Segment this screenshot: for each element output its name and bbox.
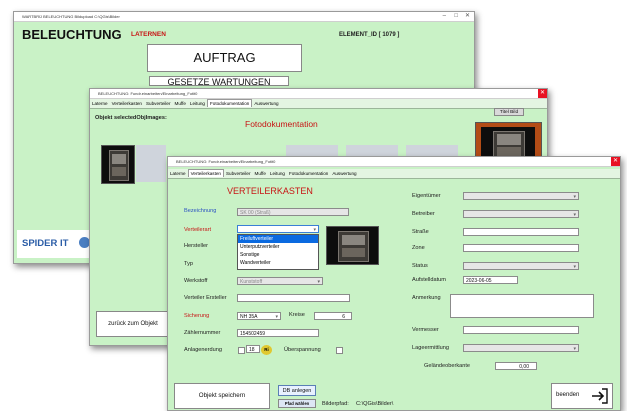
vermesser-input[interactable]	[463, 326, 579, 334]
tab-auswertung[interactable]: Auswertung	[330, 169, 358, 178]
objekt-speichern-button[interactable]: Objekt speichern	[174, 383, 270, 409]
sicherung-select[interactable]: NH 35A	[237, 312, 281, 320]
aufstelldatum-input[interactable]: 2023-06-05	[463, 276, 518, 284]
anmerkung-textarea[interactable]	[450, 294, 594, 318]
close-icon[interactable]: ✕	[465, 12, 470, 21]
verteiler-ersteller-label: Verteiler Ersteller	[184, 295, 227, 301]
beleuchtung-titlebar: WARTBRÜ BELEUCHTUNG Bildupload C:\QGis\B…	[14, 12, 474, 22]
app-title: BELEUCHTUNG	[22, 27, 122, 42]
ueberspannung-label: Überspannung	[284, 347, 321, 353]
gelaendeoberkante-stepper[interactable]: 0,00	[495, 362, 537, 370]
tab-fotodokumentation[interactable]: Fotodokumentation	[287, 169, 330, 178]
typ-label: Typ	[184, 261, 194, 267]
verteiler-photo	[326, 226, 379, 265]
bezeichnung-label: Bezeichnung	[184, 208, 217, 214]
pfad-waehlen-button[interactable]: Pfad wählen	[278, 399, 316, 408]
zaehlernummer-label: Zählernummer	[184, 330, 221, 336]
tab-laterne[interactable]: Laterne	[90, 99, 110, 108]
anlagenerdung-label: Anlagenerdung	[184, 347, 222, 353]
tab-subverteiler[interactable]: Subverteiler	[224, 169, 253, 178]
gelaendeoberkante-label: Geländeoberkante	[424, 363, 471, 369]
anlagenerdung-badge: Ri	[261, 345, 272, 355]
tab-leitung[interactable]: Leitung	[268, 169, 287, 178]
aufstelldatum-label: Aufstelldatum	[412, 277, 446, 283]
werkstoff-label: Werkstoff	[184, 278, 208, 284]
exit-icon	[592, 388, 608, 404]
tab-leitung[interactable]: Leitung	[188, 99, 207, 108]
verteilerart-label: Verteilerart	[184, 227, 212, 233]
werkstoff-select[interactable]: Kunststoff	[237, 277, 323, 285]
tab-subverteiler[interactable]: Subverteiler	[144, 99, 173, 108]
tab-fotodokumentation[interactable]: Fotodokumentation	[206, 99, 253, 107]
strasse-input[interactable]	[463, 228, 579, 236]
tab-auswertung[interactable]: Auswertung	[252, 99, 280, 108]
vermesser-label: Vermesser	[412, 327, 439, 333]
zone-input[interactable]	[463, 244, 579, 252]
fotodoku-heading: Fotodokumentation	[245, 119, 318, 129]
verteilerkasten-window: BELEUCHTUNG: Fundr.einarbeiten/Einarbeit…	[167, 156, 621, 411]
maximize-icon[interactable]: □	[454, 12, 458, 21]
strasse-label: Straße	[412, 229, 429, 235]
tab-bar: Laterne Verteilerkasten Subverteiler Muffe L…	[168, 169, 620, 179]
dropdown-option[interactable]: Unterputzverteiler	[238, 243, 318, 251]
photo-thumbnail[interactable]	[101, 145, 135, 184]
zone-label: Zone	[412, 245, 425, 251]
dropdown-option[interactable]: Freiluftverteiler	[238, 235, 318, 243]
objekt-images-label: Objekt selectedObjImages:	[95, 115, 167, 121]
tab-muffe[interactable]: Muffe	[173, 99, 188, 108]
lageermittlung-label: Lageermittlung	[412, 345, 450, 351]
ueberspannung-checkbox[interactable]	[336, 347, 343, 354]
tab-verteilerkasten[interactable]: Verteilerkasten	[110, 99, 144, 108]
lageermittlung-select[interactable]	[463, 344, 579, 352]
kreise-stepper[interactable]: 6	[314, 312, 352, 320]
auftrag-button[interactable]: AUFTRAG	[147, 44, 302, 72]
minimize-icon[interactable]: –	[443, 12, 446, 21]
dropdown-option[interactable]: Wandverteiler	[238, 259, 318, 267]
window-title: BELEUCHTUNG: Fundr.einarbeiten/Einarbeit…	[176, 159, 276, 164]
verteiler-ersteller-input[interactable]	[237, 294, 350, 302]
hersteller-label: Hersteller	[184, 243, 208, 249]
anlagenerdung-checkbox[interactable]	[238, 347, 245, 354]
bilderpfad-value: C:\QGis\Bilder\	[356, 401, 394, 407]
fotodoku-titlebar: BELEUCHTUNG: Fundr.einarbeiten/Einarbeit…	[90, 89, 547, 99]
spider-it-logo: SPIDER IT	[22, 238, 69, 249]
tab-muffe[interactable]: Muffe	[253, 169, 268, 178]
photo-slot[interactable]	[136, 145, 166, 182]
bezeichnung-input[interactable]: SK 00 (Straß)	[237, 208, 349, 216]
tab-bar: Laterne Verteilerkasten Subverteiler Muffe L…	[90, 99, 547, 109]
close-icon[interactable]: ✕	[538, 89, 547, 98]
titel-bild-button[interactable]: Titel Bild	[494, 108, 524, 116]
zaehlernummer-input[interactable]: 154502459	[237, 329, 319, 337]
close-icon[interactable]: ✕	[611, 157, 620, 166]
eigentuemer-select[interactable]	[463, 192, 579, 200]
betreiber-label: Betreiber	[412, 211, 435, 217]
verteiler-titlebar: BELEUCHTUNG: Fundr.einarbeiten/Einarbeit…	[168, 157, 620, 167]
app-subtitle: LATERNEN	[131, 31, 166, 38]
window-title: BELEUCHTUNG: Fundr.einarbeiten/Einarbeit…	[98, 91, 198, 96]
eigentuemer-label: Eigentümer	[412, 193, 441, 199]
bilderpfad-label: Bilderpfad:	[322, 401, 349, 407]
tab-verteilerkasten[interactable]: Verteilerkasten	[187, 169, 224, 177]
tab-laterne[interactable]: Laterne	[168, 169, 188, 178]
window-title: WARTBRÜ BELEUCHTUNG Bildupload C:\QGis\B…	[22, 14, 120, 19]
anlagenerdung-input[interactable]: 18	[246, 345, 260, 353]
verteilerkasten-heading: VERTEILERKASTEN	[227, 186, 313, 196]
verteilerart-dropdown: Freiluftverteiler Unterputzverteiler Son…	[237, 234, 319, 270]
element-id: ELEMENT_ID [ 1079 ]	[339, 32, 400, 38]
anmerkung-label: Anmerkung	[412, 295, 441, 301]
zurueck-zum-objekt-button[interactable]: zurück zum Objekt	[96, 311, 170, 337]
db-anlegen-button[interactable]: DB anlegen	[278, 385, 316, 396]
betreiber-select[interactable]	[463, 210, 579, 218]
beenden-button[interactable]: beenden	[551, 383, 613, 409]
sicherung-label: Sicherung	[184, 313, 210, 319]
wartungen-loeschen-button[interactable]: GESETZE WARTUNGEN LÖSCHEN	[149, 76, 289, 86]
verteilerart-select[interactable]	[237, 225, 319, 233]
status-select[interactable]	[463, 262, 579, 270]
kreise-label: Kreise	[289, 312, 305, 318]
beenden-label: beenden	[556, 392, 580, 398]
status-label: Status	[412, 263, 428, 269]
dropdown-option[interactable]: Sonstige	[238, 251, 318, 259]
